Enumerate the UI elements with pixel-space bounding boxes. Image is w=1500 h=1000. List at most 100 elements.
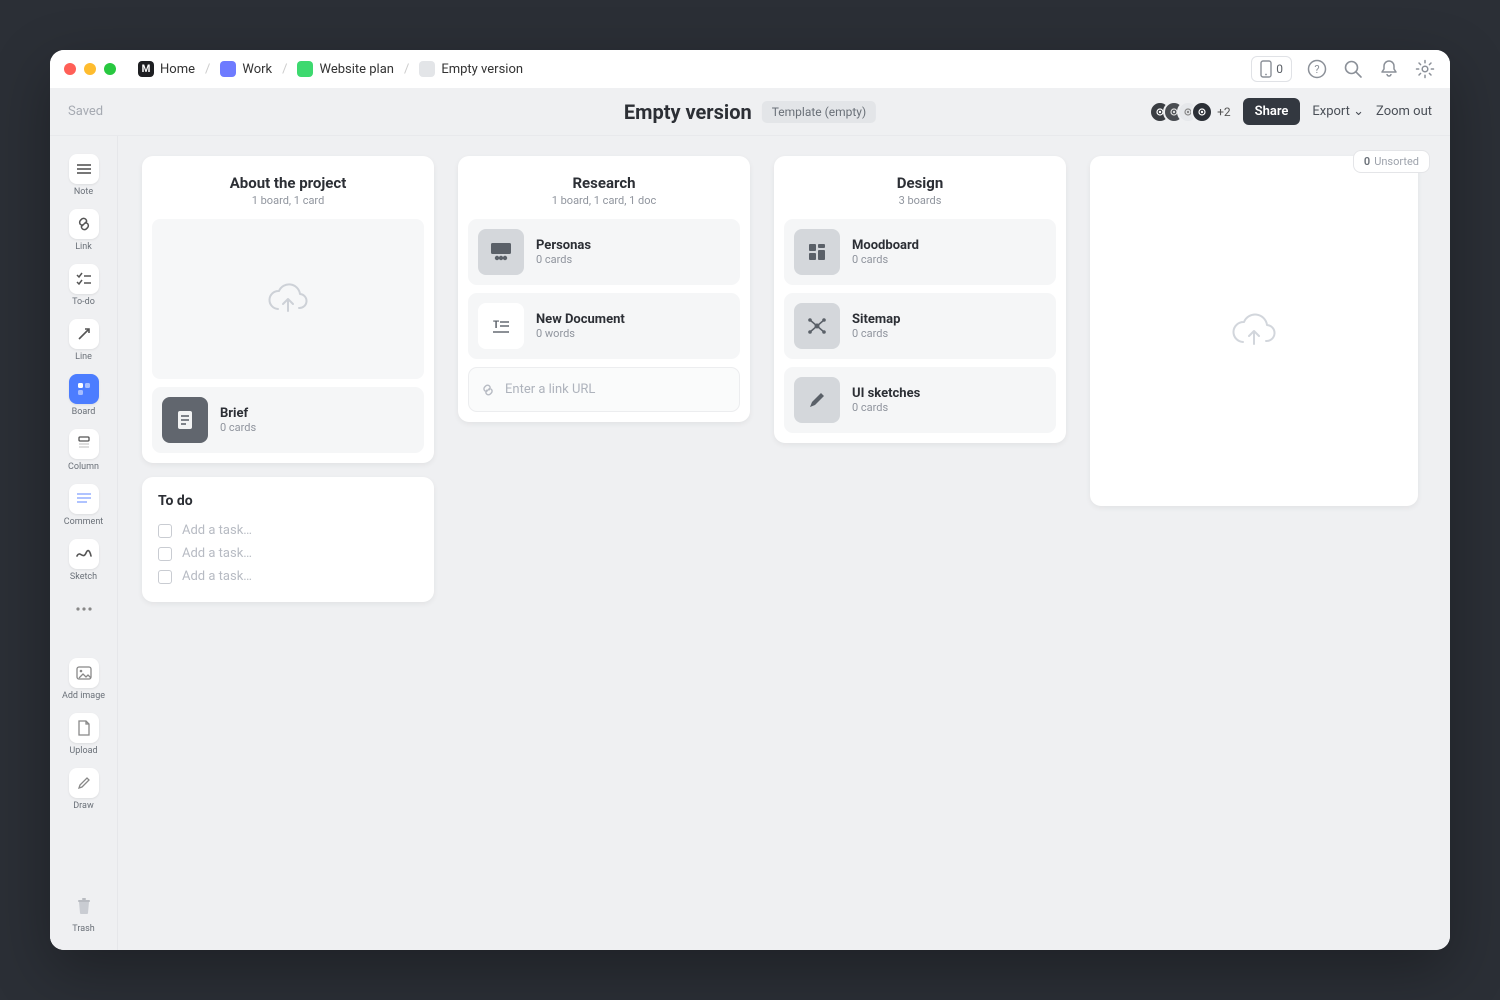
breadcrumb-current[interactable]: Empty version [419,61,523,77]
notifications-icon[interactable] [1378,58,1400,80]
upload-slot[interactable] [152,219,424,379]
tool-sketch[interactable]: Sketch [50,535,117,586]
folder-swatch [419,61,435,77]
pencil-icon [77,776,91,790]
column-about: About the project 1 board, 1 card Brief0… [142,156,434,602]
item-new-document[interactable]: T New Document0 words [468,293,740,359]
tool-trash[interactable]: Trash [50,887,117,938]
breadcrumb-home[interactable]: M Home [138,61,195,77]
todo-title[interactable]: To do [158,493,418,509]
column-header: Research 1 board, 1 card, 1 doc [468,170,740,219]
home-icon: M [138,61,154,77]
breadcrumb-website-plan[interactable]: Website plan [297,61,393,77]
column-meta: 3 boards [784,194,1056,207]
column-card[interactable]: Research 1 board, 1 card, 1 doc Personas… [458,156,750,422]
tool-todo[interactable]: To-do [50,260,117,311]
saved-status: Saved [68,104,103,119]
todo-placeholder: Add a task… [182,546,252,561]
page-title[interactable]: Empty version [624,100,752,124]
svg-text:?: ? [1314,63,1319,76]
breadcrumb-label: Home [160,62,195,77]
close-window[interactable] [64,63,76,75]
todo-icon [76,272,92,286]
column-title[interactable]: About the project [152,174,424,192]
note-icon [76,163,92,175]
todo-row[interactable]: Add a task… [158,542,418,565]
main: Note Link To-do Line Board Column Commen… [50,136,1450,950]
checkbox[interactable] [158,524,172,538]
column-design: Design 3 boards Moodboard0 cards Sitemap… [774,156,1066,443]
search-icon[interactable] [1342,58,1364,80]
tool-column[interactable]: Column [50,425,117,476]
item-ui-sketches[interactable]: UI sketches0 cards [784,367,1056,433]
tool-note[interactable]: Note [50,150,117,201]
sketch-icon [76,548,92,560]
todo-placeholder: Add a task… [182,523,252,538]
maximize-window[interactable] [104,63,116,75]
image-icon [76,666,92,680]
item-personas[interactable]: Personas0 cards [468,219,740,285]
help-icon[interactable]: ? [1306,58,1328,80]
board-icon [77,382,91,396]
column-card[interactable]: Design 3 boards Moodboard0 cards Sitemap… [774,156,1066,443]
tool-add-image[interactable]: Add image [50,654,117,705]
file-icon [77,720,91,736]
column-header: Design 3 boards [784,170,1056,219]
link-icon [76,216,92,232]
doc-icon [162,397,208,443]
zoom-out-button[interactable]: Zoom out [1376,104,1432,119]
item-sitemap[interactable]: Sitemap0 cards [784,293,1056,359]
pencil-icon [794,377,840,423]
share-button[interactable]: Share [1243,98,1301,125]
avatar-overflow: +2 [1217,105,1231,119]
cloud-upload-icon [1230,311,1278,351]
link-icon [481,383,495,397]
item-name: Moodboard [852,238,919,253]
grid-icon [794,229,840,275]
link-url-input[interactable]: Enter a link URL [468,367,740,412]
blank-upload-card[interactable] [1090,156,1418,506]
todo-card[interactable]: To do Add a task… Add a task… Add a task… [142,477,434,602]
avatar [1191,101,1213,123]
tool-comment[interactable]: Comment [50,480,117,531]
item-moodboard[interactable]: Moodboard0 cards [784,219,1056,285]
subbar: Saved Empty version Template (empty) +2 … [50,88,1450,136]
folder-swatch [220,61,236,77]
checkbox[interactable] [158,547,172,561]
avatar-stack[interactable]: +2 [1157,101,1231,123]
tool-line[interactable]: Line [50,315,117,366]
item-brief[interactable]: Brief0 cards [152,387,424,453]
breadcrumb-sep: / [404,62,409,77]
tool-more[interactable] [50,590,117,628]
tool-board[interactable]: Board [50,370,117,421]
column-card[interactable]: About the project 1 board, 1 card Brief0… [142,156,434,463]
text-icon: T [478,303,524,349]
cloud-upload-icon [266,281,310,317]
column-header: About the project 1 board, 1 card [152,170,424,219]
item-name: Personas [536,238,591,253]
export-button[interactable]: Export ⌄ [1312,104,1364,119]
subbar-right: +2 Share Export ⌄ Zoom out [1157,98,1432,125]
todo-row[interactable]: Add a task… [158,519,418,542]
breadcrumb-work[interactable]: Work [220,61,272,77]
todo-row[interactable]: Add a task… [158,565,418,588]
column-title[interactable]: Design [784,174,1056,192]
todo-placeholder: Add a task… [182,569,252,584]
tool-upload[interactable]: Upload [50,709,117,760]
breadcrumb-sep: / [205,62,210,77]
mobile-icon [1260,60,1272,78]
canvas[interactable]: 0Unsorted About the project 1 board, 1 c… [118,136,1450,950]
breadcrumb-label: Website plan [319,62,393,77]
checkbox[interactable] [158,570,172,584]
tool-link[interactable]: Link [50,205,117,256]
unsorted-pill[interactable]: 0Unsorted [1353,150,1430,173]
template-badge[interactable]: Template (empty) [762,101,876,123]
people-icon [478,229,524,275]
mobile-badge[interactable]: 0 [1251,56,1292,82]
tool-draw[interactable]: Draw [50,764,117,815]
minimize-window[interactable] [84,63,96,75]
column-title[interactable]: Research [468,174,740,192]
topbar-right: 0 ? [1251,56,1436,82]
breadcrumb-label: Work [242,62,272,77]
settings-icon[interactable] [1414,58,1436,80]
